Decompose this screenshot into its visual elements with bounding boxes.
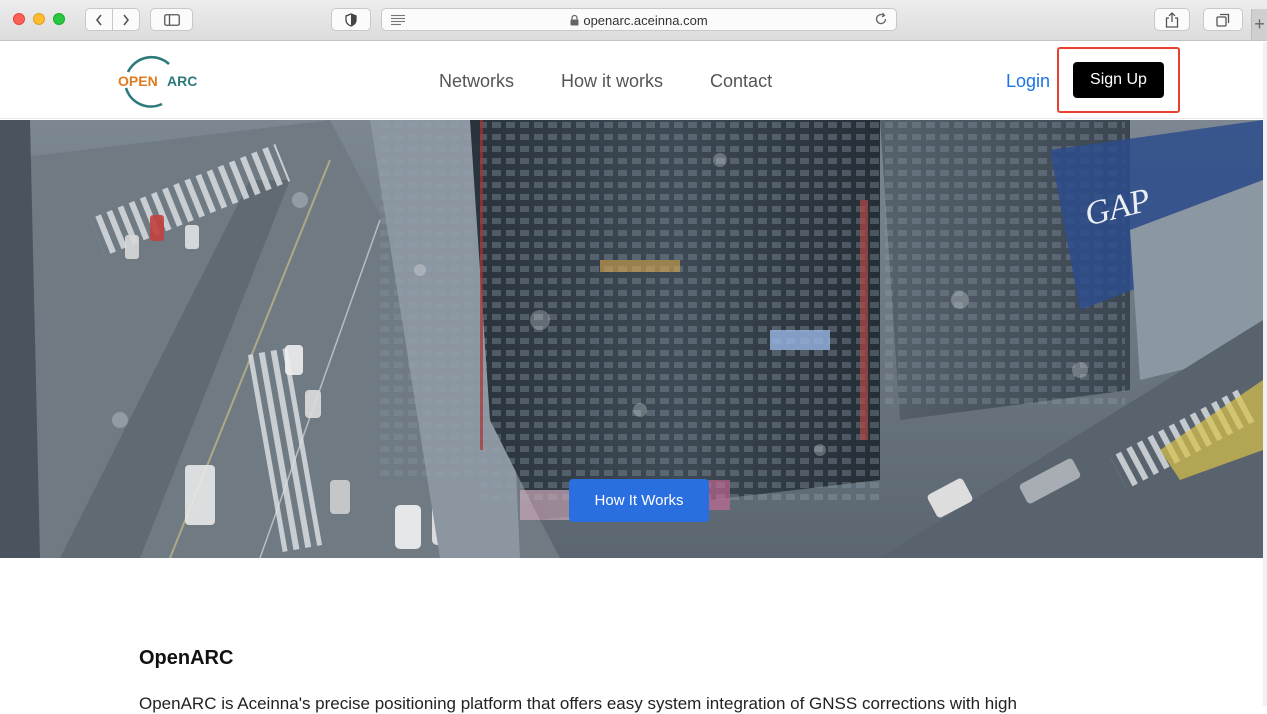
logo-mark: OPEN ARC bbox=[118, 55, 197, 108]
tabs-icon bbox=[1216, 13, 1230, 27]
url-text-wrapper: openarc.aceinna.com bbox=[382, 13, 896, 28]
address-bar[interactable]: openarc.aceinna.com bbox=[381, 8, 897, 31]
logo-text-open: OPEN bbox=[118, 73, 158, 89]
section-title: OpenARC bbox=[139, 647, 234, 669]
nav-how-it-works[interactable]: How it works bbox=[561, 71, 663, 92]
openarc-logo[interactable]: OPEN ARC bbox=[114, 52, 224, 108]
back-button[interactable] bbox=[85, 8, 113, 31]
login-link[interactable]: Login bbox=[1006, 71, 1050, 92]
sign-up-button[interactable]: Sign Up bbox=[1073, 62, 1164, 98]
close-window-button[interactable] bbox=[13, 13, 25, 25]
browser-toolbar: openarc.aceinna.com + bbox=[0, 0, 1267, 41]
chevron-left-icon bbox=[95, 14, 102, 25]
share-button[interactable] bbox=[1154, 8, 1190, 31]
zoom-window-button[interactable] bbox=[53, 13, 65, 25]
lock-icon bbox=[570, 15, 579, 26]
tab-overview-button[interactable] bbox=[1203, 8, 1243, 31]
share-icon bbox=[1165, 11, 1179, 28]
forward-button[interactable] bbox=[112, 8, 140, 31]
reload-icon[interactable] bbox=[874, 12, 888, 26]
plus-icon: + bbox=[1254, 14, 1265, 34]
minimize-window-button[interactable] bbox=[33, 13, 45, 25]
scrollbar-track[interactable] bbox=[1263, 42, 1267, 706]
section-body: OpenARC is Aceinna's precise positioning… bbox=[139, 694, 1017, 713]
url-text: openarc.aceinna.com bbox=[583, 13, 708, 28]
site-header: OPEN ARC Networks How it works Contact L… bbox=[0, 42, 1267, 119]
shield-icon bbox=[345, 12, 357, 27]
content-section: OpenARC OpenARC is Aceinna's precise pos… bbox=[0, 558, 1263, 713]
nav-networks[interactable]: Networks bbox=[439, 71, 514, 92]
nav-contact[interactable]: Contact bbox=[710, 71, 772, 92]
privacy-report-button[interactable] bbox=[331, 8, 371, 31]
main-nav: Networks How it works Contact bbox=[439, 71, 772, 92]
logo-text-arc: ARC bbox=[167, 73, 197, 89]
hero-banner: GAP How It Works bbox=[0, 120, 1263, 558]
new-tab-button[interactable]: + bbox=[1251, 9, 1267, 40]
how-it-works-button[interactable]: How It Works bbox=[569, 479, 709, 522]
chevron-right-icon bbox=[123, 14, 130, 25]
sidebar-toggle-button[interactable] bbox=[150, 8, 193, 31]
sidebar-icon bbox=[163, 13, 180, 26]
